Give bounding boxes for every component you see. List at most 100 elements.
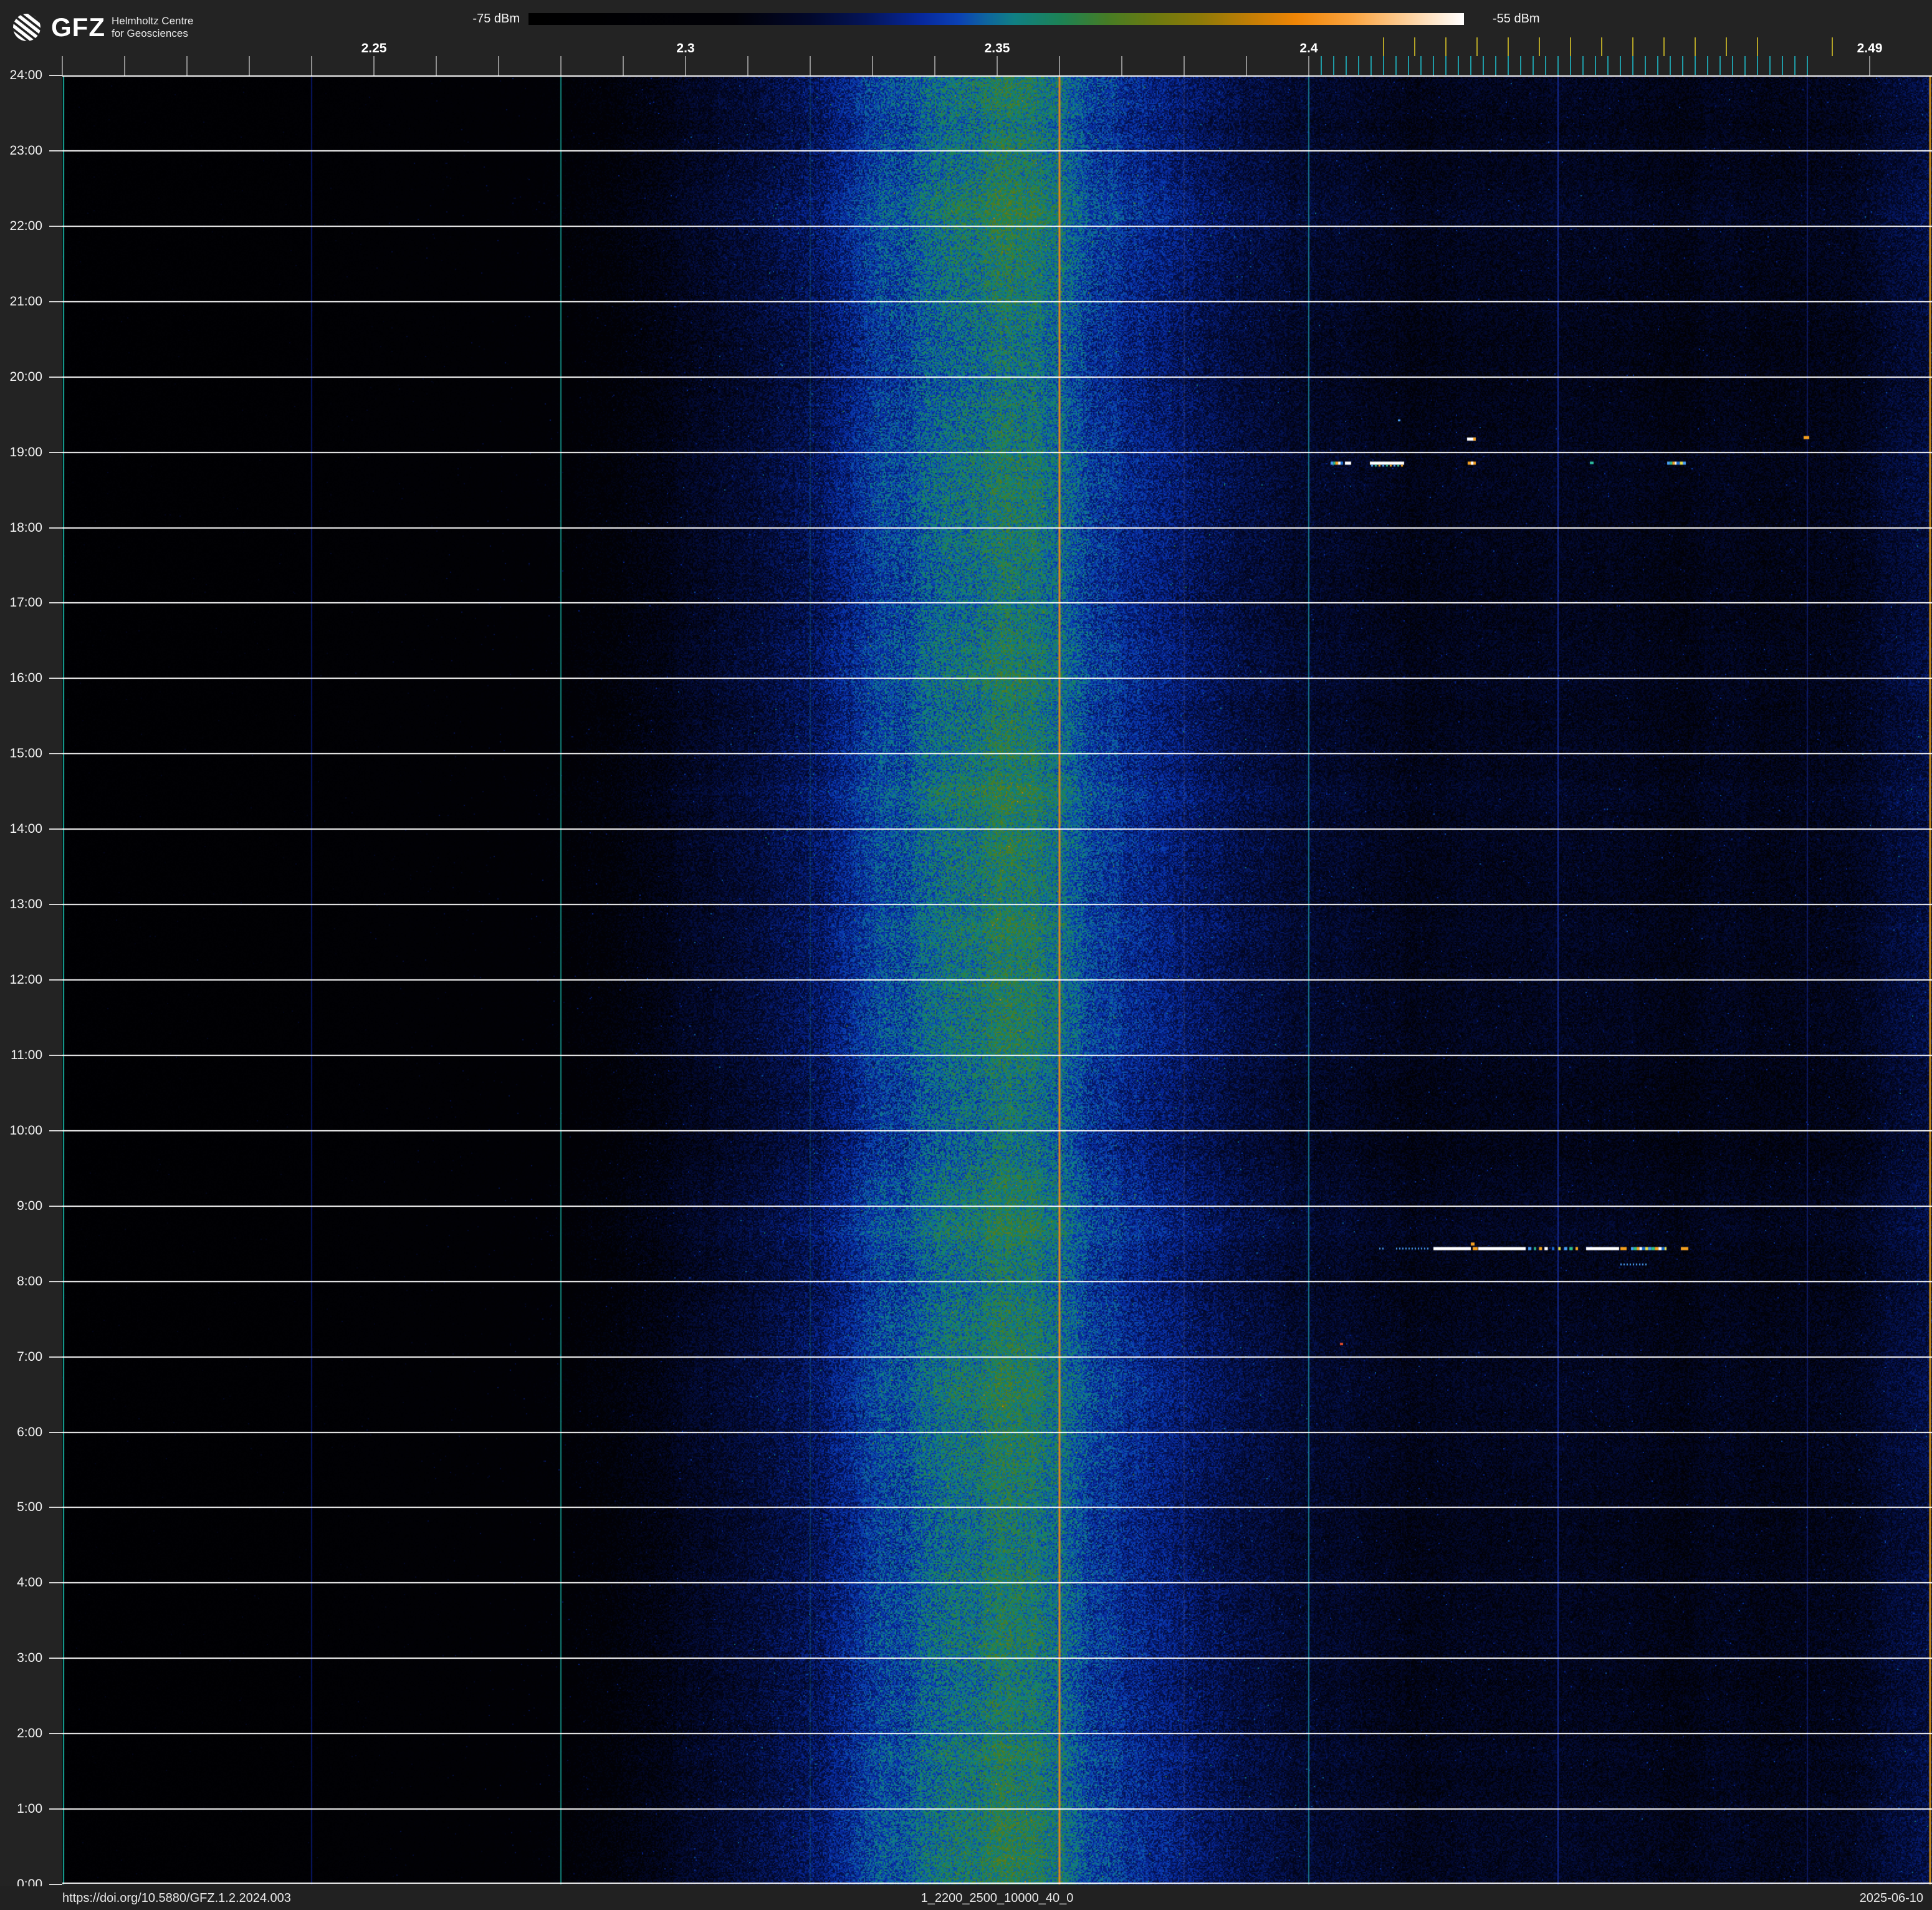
ble-channel-tick <box>1321 56 1322 75</box>
spectrogram-heatmap <box>62 75 1932 1884</box>
dataset-id-text: 1_2200_2500_10000_40_0 <box>921 1891 1074 1905</box>
freq-tick-label: 2.49 <box>1857 41 1883 55</box>
ble-channel-tick <box>1744 56 1746 75</box>
hour-tick <box>49 451 62 453</box>
wifi-channel-tick <box>1726 37 1727 56</box>
hour-tick <box>49 828 62 830</box>
ble-channel-tick <box>1533 56 1534 75</box>
hour-label: 17:00 <box>9 595 42 610</box>
hour-label: 10:00 <box>9 1123 42 1138</box>
freq-minor-tick <box>747 56 748 75</box>
freq-minor-tick <box>1869 56 1870 75</box>
ble-channel-tick <box>1657 56 1658 75</box>
ble-channel-tick <box>1420 56 1422 75</box>
hour-label: 21:00 <box>9 294 42 309</box>
hour-label: 16:00 <box>9 671 42 686</box>
freq-minor-tick <box>1121 56 1122 75</box>
ble-channel-tick <box>1794 56 1796 75</box>
wifi-channel-tick <box>1632 37 1633 56</box>
ble-channel-tick <box>1782 56 1783 75</box>
hour-tick <box>49 1054 62 1056</box>
hour-label: 12:00 <box>9 972 42 987</box>
freq-minor-tick <box>1184 56 1185 75</box>
freq-minor-tick <box>1059 56 1060 75</box>
hour-label: 14:00 <box>9 822 42 837</box>
hour-label: 9:00 <box>17 1198 42 1213</box>
ble-channel-tick <box>1807 56 1808 75</box>
time-axis: 24:00 23:00 22:00 21:00 20:00 19:00 18:00 17:00… <box>0 0 62 1910</box>
freq-minor-tick <box>1246 56 1247 75</box>
hour-tick <box>49 1507 62 1509</box>
freq-minor-tick <box>249 56 250 75</box>
ble-channel-tick <box>1333 56 1334 75</box>
hour-tick <box>49 225 62 227</box>
hour-label: 15:00 <box>9 746 42 761</box>
hour-label: 11:00 <box>11 1047 42 1062</box>
ble-channel-tick <box>1620 56 1621 75</box>
ble-channel-tick <box>1445 56 1447 75</box>
freq-minor-tick <box>436 56 437 75</box>
ble-channel-tick <box>1408 56 1409 75</box>
hour-label: 20:00 <box>9 369 42 384</box>
hour-tick <box>49 678 62 679</box>
hour-tick <box>49 1658 62 1659</box>
ble-channel-tick <box>1670 56 1671 75</box>
freq-minor-tick <box>623 56 624 75</box>
freq-minor-tick <box>872 56 873 75</box>
wifi-channel-tick <box>1832 37 1833 56</box>
ble-channel-tick <box>1682 56 1683 75</box>
hour-label: 13:00 <box>9 897 42 912</box>
ble-channel-tick <box>1570 56 1571 75</box>
ble-channel-tick <box>1395 56 1397 75</box>
ble-channel-tick <box>1483 56 1484 75</box>
hour-tick <box>49 1205 62 1207</box>
freq-tick-label: 2.35 <box>984 41 1010 55</box>
ble-channel-tick <box>1719 56 1721 75</box>
hour-label: 7:00 <box>17 1349 42 1364</box>
freq-minor-tick <box>311 56 312 75</box>
wifi-channel-tick <box>1757 37 1758 56</box>
wifi-channel-tick <box>1445 37 1447 56</box>
hour-label: 4:00 <box>17 1575 42 1590</box>
footer-bar: https://doi.org/10.5880/GFZ.1.2.2024.003… <box>0 1886 1932 1910</box>
ble-channel-tick <box>1495 56 1496 75</box>
freq-minor-tick <box>934 56 935 75</box>
hour-label: 8:00 <box>17 1274 42 1289</box>
spectrogram-app: GFZ Helmholtz Centre for Geosciences -75… <box>0 0 1932 1910</box>
hour-tick <box>49 1808 62 1810</box>
ble-channel-tick <box>1632 56 1633 75</box>
hour-tick <box>49 1582 62 1584</box>
ble-channel-tick <box>1520 56 1521 75</box>
ble-channel-tick <box>1707 56 1708 75</box>
hour-tick <box>49 376 62 378</box>
ble-channel-tick <box>1557 56 1559 75</box>
hour-tick <box>49 979 62 981</box>
hour-label: 3:00 <box>17 1651 42 1666</box>
hour-tick <box>49 753 62 755</box>
freq-minor-tick <box>498 56 499 75</box>
ble-channel-tick <box>1757 56 1758 75</box>
ble-channel-tick <box>1458 56 1459 75</box>
hour-label: 6:00 <box>17 1424 42 1439</box>
freq-minor-tick <box>810 56 811 75</box>
ble-channel-tick <box>1383 56 1384 75</box>
ble-channel-tick <box>1358 56 1359 75</box>
hour-label: 2:00 <box>17 1726 42 1741</box>
ble-channel-tick <box>1732 56 1733 75</box>
doi-text: https://doi.org/10.5880/GFZ.1.2.2024.003 <box>62 1891 291 1905</box>
hour-label: 24:00 <box>9 68 42 82</box>
frequency-axis: 2.25 2.3 2.35 2.4 2.49 <box>0 0 1932 75</box>
hour-label: 19:00 <box>9 444 42 459</box>
ble-channel-tick <box>1695 56 1696 75</box>
ble-channel-tick <box>1545 56 1546 75</box>
ble-channel-tick <box>1607 56 1609 75</box>
wifi-channel-tick <box>1539 37 1540 56</box>
freq-tick-label: 2.4 <box>1299 41 1318 55</box>
freq-tick-label: 2.3 <box>676 41 695 55</box>
freq-minor-tick <box>1308 56 1309 75</box>
wifi-channel-tick <box>1601 37 1602 56</box>
hour-tick <box>49 1884 62 1885</box>
freq-minor-tick <box>124 56 125 75</box>
wifi-channel-tick <box>1695 37 1696 56</box>
hour-tick <box>49 904 62 906</box>
